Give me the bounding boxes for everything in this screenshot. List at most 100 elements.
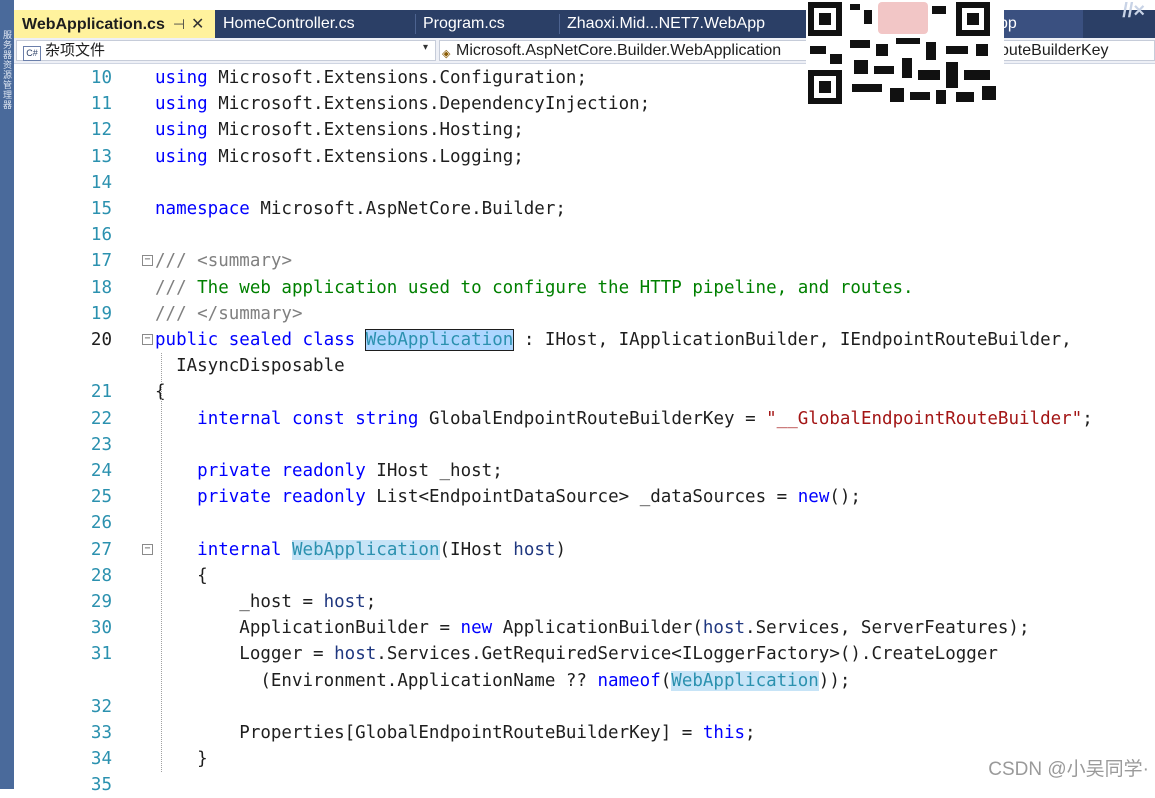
code-line[interactable]: 34 } — [14, 746, 1155, 772]
tab-label: HomeController.cs — [223, 15, 355, 32]
code-line[interactable]: 17 −/// <summary> — [14, 248, 1155, 274]
line-number: 16 — [90, 225, 112, 246]
line-number: 19 — [90, 303, 112, 324]
code-line[interactable]: 18 /// The web application used to config… — [14, 275, 1155, 301]
code-text: using Microsoft.Extensions.Hosting; — [155, 120, 524, 141]
code-line[interactable]: 19 /// </summary> — [14, 301, 1155, 327]
tab-label: Program.cs — [423, 15, 505, 32]
code-text: ApplicationBuilder = new ApplicationBuil… — [155, 618, 1030, 639]
indent-guide — [161, 353, 163, 773]
line-number: 30 — [90, 618, 112, 639]
code-text: using Microsoft.Extensions.Logging; — [155, 146, 524, 167]
tab-label: Zhaoxi.Mid...NET7.WebApp — [567, 15, 766, 32]
code-line[interactable]: 15 namespace Microsoft.AspNetCore.Builder… — [14, 196, 1155, 222]
line-number: 33 — [90, 723, 112, 743]
project-label: 杂项文件 — [45, 42, 106, 59]
line-number: 24 — [90, 461, 112, 481]
code-line[interactable]: 32 — [14, 694, 1155, 720]
window-corner-mark: //× — [1122, 0, 1145, 22]
code-text: IAsyncDisposable — [155, 356, 345, 377]
code-line[interactable]: 22 internal const string GlobalEndpointR… — [14, 406, 1155, 432]
line-number: 29 — [90, 592, 112, 612]
code-line[interactable]: 28 { — [14, 563, 1155, 589]
tool-strip-label: 服务器资源管理器 — [2, 30, 12, 110]
code-line[interactable]: 24 private readonly IHost _host; — [14, 458, 1155, 484]
collapse-icon[interactable]: − — [142, 334, 153, 345]
class-dropdown[interactable]: ◈ Microsoft.AspNetCore.Builder.WebApplic… — [439, 40, 1155, 61]
code-line[interactable]: 35 — [14, 772, 1155, 798]
code-text: internal WebApplication(IHost host) — [197, 539, 566, 560]
line-number: 35 — [90, 775, 112, 796]
code-text: /// </summary> — [155, 303, 303, 324]
line-number: 32 — [90, 696, 112, 717]
code-text: private readonly IHost _host; — [197, 461, 503, 481]
line-number: 26 — [90, 513, 112, 534]
code-line[interactable]: 13 using Microsoft.Extensions.Logging; — [14, 144, 1155, 170]
code-line[interactable]: 21{ — [14, 379, 1155, 405]
code-line[interactable]: 23 — [14, 432, 1155, 458]
line-number: 31 — [90, 644, 112, 665]
code-text: internal const string GlobalEndpointRout… — [197, 408, 1093, 429]
line-number: 12 — [90, 120, 112, 141]
line-number: 11 — [90, 94, 112, 115]
code-line[interactable]: 26 — [14, 510, 1155, 536]
class-icon: ◈ — [442, 48, 451, 60]
code-line[interactable]: IAsyncDisposable — [14, 353, 1155, 379]
avatar — [878, 2, 928, 34]
code-text: /// <summary> — [155, 251, 292, 272]
code-line[interactable]: 12 using Microsoft.Extensions.Hosting; — [14, 117, 1155, 143]
tab-label: WebApplication.cs — [22, 16, 165, 33]
code-line[interactable]: (Environment.ApplicationName ?? nameof(W… — [14, 668, 1155, 694]
code-line[interactable]: 16 — [14, 222, 1155, 248]
code-line[interactable]: 30 ApplicationBuilder = new ApplicationB… — [14, 615, 1155, 641]
qr-code-overlay — [806, 0, 1004, 108]
code-line[interactable]: 20 − public sealed class WebApplication : … — [14, 327, 1155, 353]
line-number: 10 — [90, 68, 112, 88]
code-text: /// The web application used to configur… — [155, 277, 914, 298]
code-line[interactable]: 31 Logger = host.Services.GetRequiredSer… — [14, 641, 1155, 667]
collapse-icon[interactable]: − — [142, 255, 153, 267]
code-text: _host = host; — [155, 592, 377, 612]
tab-zhaoxi-webapp[interactable]: Zhaoxi.Mid...NET7.WebApp — [559, 10, 809, 38]
code-line[interactable]: 29 _host = host; — [14, 589, 1155, 615]
code-text: private readonly List<EndpointDataSource… — [197, 487, 861, 508]
line-number: 14 — [90, 172, 112, 193]
watermark: CSDN @小吴同学· — [988, 759, 1149, 780]
csharp-file-icon: C# — [23, 46, 41, 61]
member-label: outeBuilderKey — [1000, 42, 1109, 59]
tab-webapplication[interactable]: WebApplication.cs ⊣ ✕ — [14, 10, 215, 38]
close-icon[interactable]: ✕ — [191, 11, 204, 38]
code-line[interactable]: 25 private readonly List<EndpointDataSou… — [14, 484, 1155, 510]
tab-partial[interactable]: pp — [991, 10, 1083, 38]
line-number: 28 — [90, 565, 112, 586]
line-number: 20 — [90, 330, 112, 350]
code-text: public sealed class WebApplication : IHo… — [155, 329, 1072, 351]
code-text: using Microsoft.Extensions.Configuration… — [155, 68, 587, 88]
left-tool-strip[interactable]: 服务器资源管理器 — [0, 0, 14, 789]
code-line[interactable]: 27 − internal WebApplication(IHost host) — [14, 537, 1155, 563]
code-text: using Microsoft.Extensions.DependencyInj… — [155, 94, 651, 115]
code-line[interactable]: 14 — [14, 170, 1155, 196]
project-dropdown[interactable]: C# 杂项文件 — [16, 40, 436, 61]
pin-icon[interactable]: ⊣ — [173, 10, 185, 38]
line-number: 27 — [90, 539, 112, 560]
code-text: (Environment.ApplicationName ?? nameof(W… — [155, 670, 851, 691]
line-number: 21 — [90, 382, 112, 403]
code-text: Properties[GlobalEndpointRouteBuilderKey… — [155, 723, 756, 743]
line-number: 22 — [90, 408, 112, 429]
collapse-icon[interactable]: − — [142, 543, 153, 555]
line-number: 18 — [90, 277, 112, 298]
code-editor[interactable]: 10 using Microsoft.Extensions.Configurati… — [14, 64, 1155, 795]
code-line[interactable]: 33 Properties[GlobalEndpointRouteBuilder… — [14, 720, 1155, 746]
tab-homecontroller[interactable]: HomeController.cs — [215, 10, 415, 38]
class-label: Microsoft.AspNetCore.Builder.WebApplicat… — [456, 42, 782, 59]
chevron-down-icon[interactable]: ▾ — [423, 42, 428, 53]
line-number: 13 — [90, 146, 112, 167]
line-number: 23 — [90, 434, 112, 455]
code-text: namespace Microsoft.AspNetCore.Builder; — [155, 199, 566, 219]
code-text: Logger = host.Services.GetRequiredServic… — [155, 644, 998, 665]
line-number: 15 — [90, 199, 112, 219]
line-number: 34 — [90, 749, 112, 770]
line-number: 17 — [90, 251, 112, 272]
tab-program[interactable]: Program.cs — [415, 10, 559, 38]
